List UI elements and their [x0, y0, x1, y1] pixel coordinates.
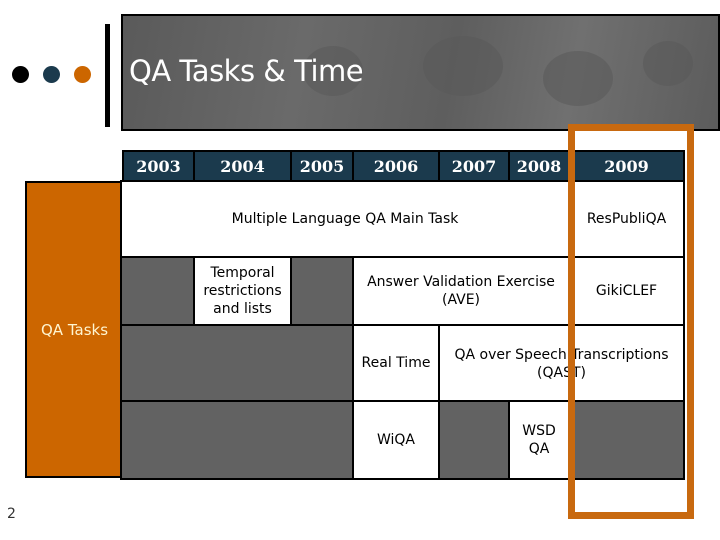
empty-cell — [568, 400, 685, 480]
year-2003: 2003 — [122, 150, 195, 182]
year-2006: 2006 — [352, 150, 440, 182]
slide-title: QA Tasks & Time — [129, 54, 364, 88]
empty-cell — [120, 256, 195, 326]
empty-cell — [120, 400, 354, 480]
year-2009: 2009 — [568, 150, 685, 182]
empty-cell — [290, 256, 354, 326]
qa-tasks-side-label: QA Tasks — [25, 181, 122, 478]
task-gikiclef: GikiCLEF — [568, 256, 685, 326]
year-2007: 2007 — [438, 150, 510, 182]
empty-cell — [438, 400, 510, 480]
side-label-text: QA Tasks — [40, 321, 109, 339]
bullet-dot-orange — [74, 66, 91, 83]
bullet-dot-navy — [43, 66, 60, 83]
task-temporal: Temporal restrictions and lists — [193, 256, 292, 326]
bullet-dot-black — [12, 66, 29, 83]
task-main-task: Multiple Language QA Main Task — [120, 180, 570, 258]
year-2004: 2004 — [193, 150, 292, 182]
task-wsd-qa: WSD QA — [508, 400, 570, 480]
task-qast: QA over Speech Transcriptions (QAST) — [438, 324, 685, 402]
task-wiqa: WiQA — [352, 400, 440, 480]
year-2008: 2008 — [508, 150, 570, 182]
page-number: 2 — [7, 506, 16, 522]
empty-cell — [120, 324, 354, 402]
task-real-time: Real Time — [352, 324, 440, 402]
title-divider — [105, 24, 110, 127]
task-ave: Answer Validation Exercise (AVE) — [352, 256, 570, 326]
task-respubliqa: ResPubliQA — [568, 180, 685, 258]
year-2005: 2005 — [290, 150, 354, 182]
